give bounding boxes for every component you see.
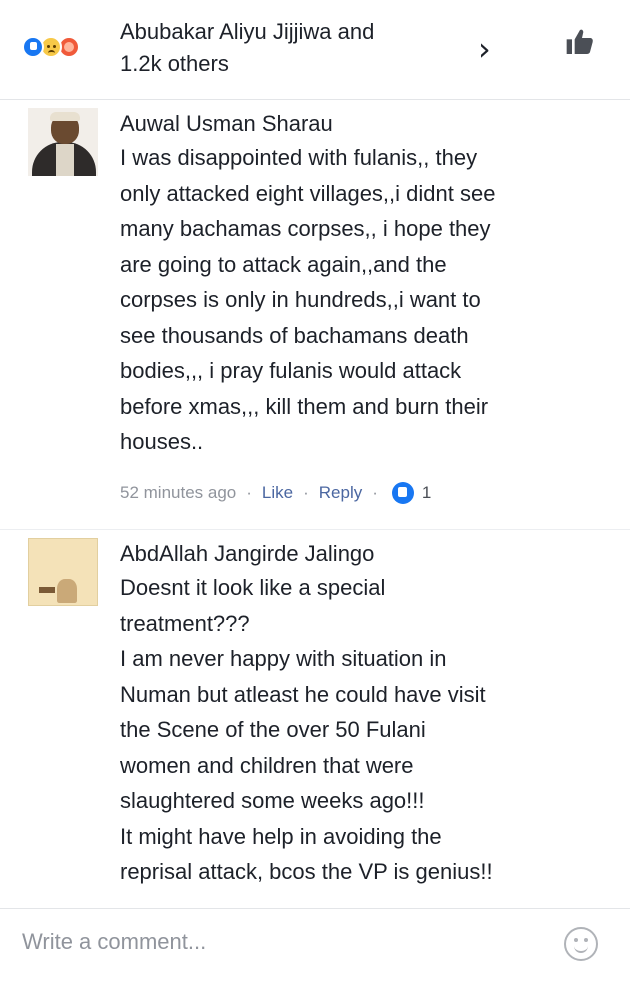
like-icon — [22, 36, 44, 58]
reactions-bar[interactable]: Abubakar Aliyu Jijjiwa and 1.2k others › — [0, 0, 630, 100]
comment-text: I was disappointed with fulanis,, they o… — [120, 145, 496, 454]
reactors-line-2: 1.2k others — [120, 51, 229, 76]
reactors-summary[interactable]: Abubakar Aliyu Jijjiwa and 1.2k others — [120, 16, 460, 80]
comment-input[interactable]: Write a comment... — [22, 929, 206, 955]
reply-button[interactable]: Reply — [319, 483, 362, 503]
comment: AbdAllah Jangirde Jalingo Doesnt it look… — [0, 530, 630, 908]
emoji-icon[interactable] — [564, 927, 598, 961]
separator-dot: · — [246, 483, 252, 502]
like-button[interactable]: Like — [262, 483, 293, 503]
comment-time[interactable]: 52 minutes ago — [120, 483, 236, 503]
like-count[interactable]: 1 — [422, 483, 431, 503]
separator-dot: · — [372, 483, 378, 502]
reactors-line-1: Abubakar Aliyu Jijjiwa and — [120, 19, 375, 44]
comment-text: Doesnt it look like a special treatment?… — [120, 575, 493, 884]
comment-body: AbdAllah Jangirde Jalingo Doesnt it look… — [120, 538, 610, 890]
chevron-right-icon[interactable]: › — [478, 30, 491, 68]
comment: Auwal Usman Sharau I was disappointed wi… — [0, 100, 630, 530]
comment-author[interactable]: AbdAllah Jangirde Jalingo — [120, 538, 610, 570]
comment-meta: 52 minutes ago · Like · Reply · 1 — [120, 480, 431, 506]
comment-composer[interactable]: Write a comment... — [0, 908, 630, 982]
like-icon[interactable] — [391, 482, 414, 504]
reaction-icons — [22, 36, 112, 58]
comment-body: Auwal Usman Sharau I was disappointed wi… — [120, 108, 610, 460]
avatar[interactable] — [28, 538, 98, 606]
thumbs-up-icon[interactable] — [564, 26, 596, 58]
separator-dot: · — [303, 483, 309, 502]
avatar[interactable] — [28, 108, 98, 176]
comment-author[interactable]: Auwal Usman Sharau — [120, 108, 610, 140]
